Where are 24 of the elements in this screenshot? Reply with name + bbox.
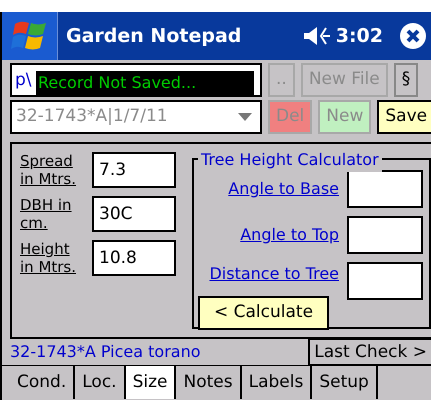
calculator-field[interactable] <box>347 262 423 300</box>
measurement-field[interactable]: 10.8 <box>92 240 176 276</box>
save-button[interactable]: Save <box>377 100 431 134</box>
field-label: DBH in cm. <box>20 196 73 232</box>
calculator-field[interactable] <box>347 170 423 208</box>
clock-time[interactable]: 3:02 <box>336 22 383 50</box>
status-toast: Record Not Saved... <box>36 71 254 95</box>
app-title: Garden Notepad <box>66 24 242 49</box>
field-label: Height in Mtrs. <box>20 240 78 276</box>
field-label: Spread in Mtrs. <box>20 152 78 188</box>
calculator-link[interactable]: Distance to Tree <box>209 262 339 286</box>
file-path-field[interactable]: p\ Record Not Saved... <box>10 63 262 97</box>
record-name: 32-1743*A Picea torano <box>10 341 201 363</box>
measurement-field[interactable]: 30C <box>92 196 176 232</box>
file-button[interactable]: § <box>394 63 418 97</box>
calculator-link[interactable]: Angle to Top <box>240 223 339 247</box>
speaker-icon[interactable] <box>302 25 332 47</box>
close-icon[interactable] <box>399 22 427 50</box>
measurement-field[interactable]: 7.3 <box>92 152 176 188</box>
calculate-button[interactable]: < Calculate <box>198 296 330 330</box>
tab[interactable]: Size <box>126 366 176 399</box>
calculator-field[interactable] <box>347 216 423 254</box>
last-check-button[interactable]: Last Check > <box>308 338 431 366</box>
calculator-link[interactable]: Angle to Base <box>228 177 339 201</box>
